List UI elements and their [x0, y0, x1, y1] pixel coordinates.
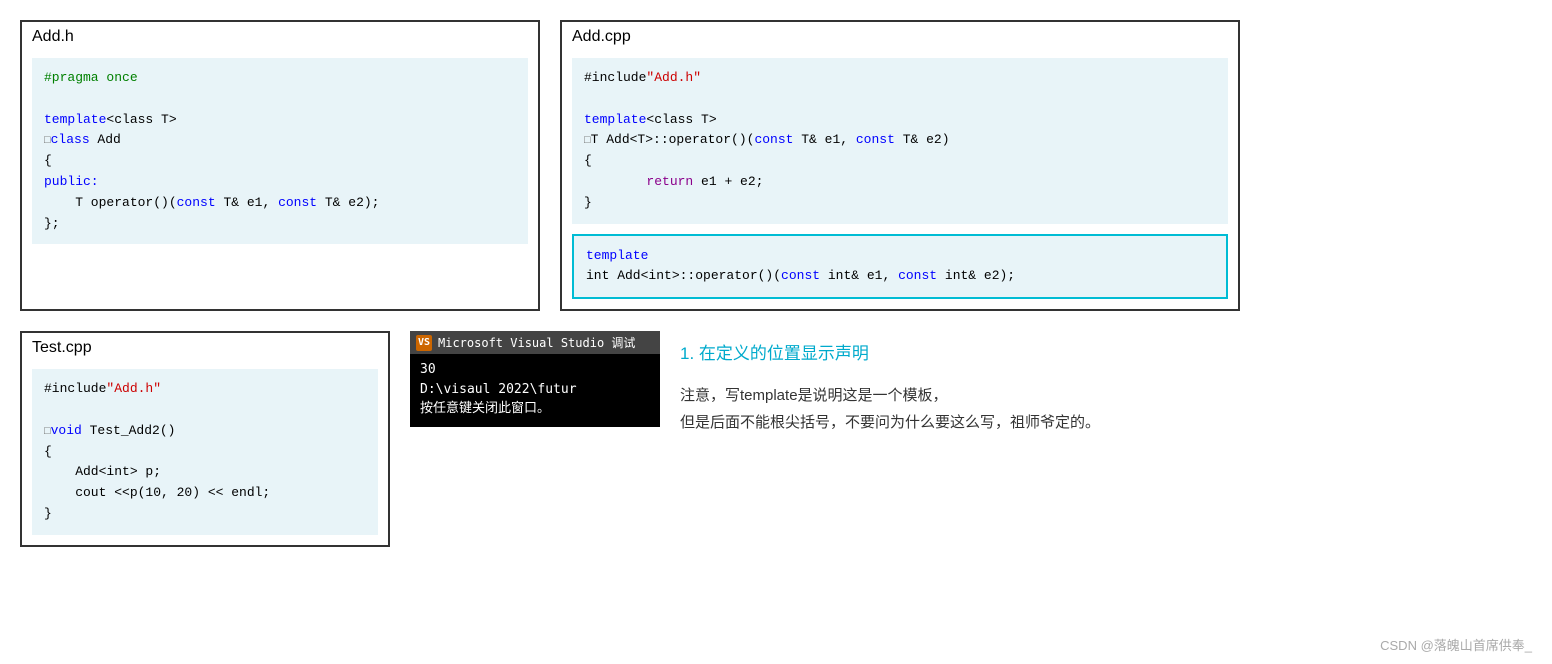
annotation-note: 注意，写template是说明这是一个模板， 但是后面不能根尖括号，不要问为什么… [680, 382, 1100, 436]
vs-window: VS Microsoft Visual Studio 调试 30 D:\visa… [410, 331, 660, 427]
test-cpp-panel: Test.cpp #include"Add.h" □void Test_Add2… [20, 331, 390, 547]
template-highlight-box: template int Add<int>::operator()(const … [572, 234, 1228, 300]
page-container: Add.h #pragma once template<class T> □cl… [0, 0, 1552, 664]
right-annotation-panel: VS Microsoft Visual Studio 调试 30 D:\visa… [410, 331, 1532, 547]
add-cpp-panel: Add.cpp #include"Add.h" template<class T… [560, 20, 1240, 311]
vs-icon: VS [416, 335, 432, 351]
template-kw-highlight: template [586, 248, 648, 263]
note-line2: 但是后面不能根尖括号，不要问为什么要这么写，祖师爷定的。 [680, 414, 1100, 431]
pragma-line: #pragma once [44, 70, 138, 85]
public-kw: public: [44, 174, 99, 189]
test-cpp-title: Test.cpp [22, 333, 388, 361]
note-line1: 注意，写template是说明这是一个模板， [680, 387, 948, 404]
annotation-text-block: 1. 在定义的位置显示声明 注意，写template是说明这是一个模板， 但是后… [680, 331, 1100, 436]
vs-titlebar: VS Microsoft Visual Studio 调试 [410, 331, 660, 354]
vs-output-line3: 按任意键关闭此窗口。 [420, 399, 650, 419]
vs-debug-window: VS Microsoft Visual Studio 调试 30 D:\visa… [410, 331, 660, 427]
watermark: CSDN @落魄山首席供奉_ [1380, 635, 1532, 654]
top-row: Add.h #pragma once template<class T> □cl… [20, 20, 1532, 311]
add-cpp-title: Add.cpp [562, 22, 1238, 50]
add-cpp-code: #include"Add.h" template<class T> □T Add… [572, 58, 1228, 224]
template-kw-1: template [44, 112, 106, 127]
test-cpp-code: #include"Add.h" □void Test_Add2() { Add<… [32, 369, 378, 535]
vs-title: Microsoft Visual Studio 调试 [438, 334, 635, 351]
add-h-panel: Add.h #pragma once template<class T> □cl… [20, 20, 540, 311]
annotation-title: 1. 在定义的位置显示声明 [680, 339, 1100, 364]
add-h-title: Add.h [22, 22, 538, 50]
bottom-right-area: VS Microsoft Visual Studio 调试 30 D:\visa… [410, 331, 1532, 436]
template-kw-2: template [584, 112, 646, 127]
vs-output-line1: 30 [420, 360, 650, 380]
bottom-row: Test.cpp #include"Add.h" □void Test_Add2… [20, 331, 1532, 547]
vs-output-line2: D:\visaul 2022\futur [420, 380, 650, 400]
vs-content: 30 D:\visaul 2022\futur 按任意键关闭此窗口。 [410, 354, 660, 427]
add-h-code: #pragma once template<class T> □class Ad… [32, 58, 528, 244]
class-kw: class [51, 132, 90, 147]
